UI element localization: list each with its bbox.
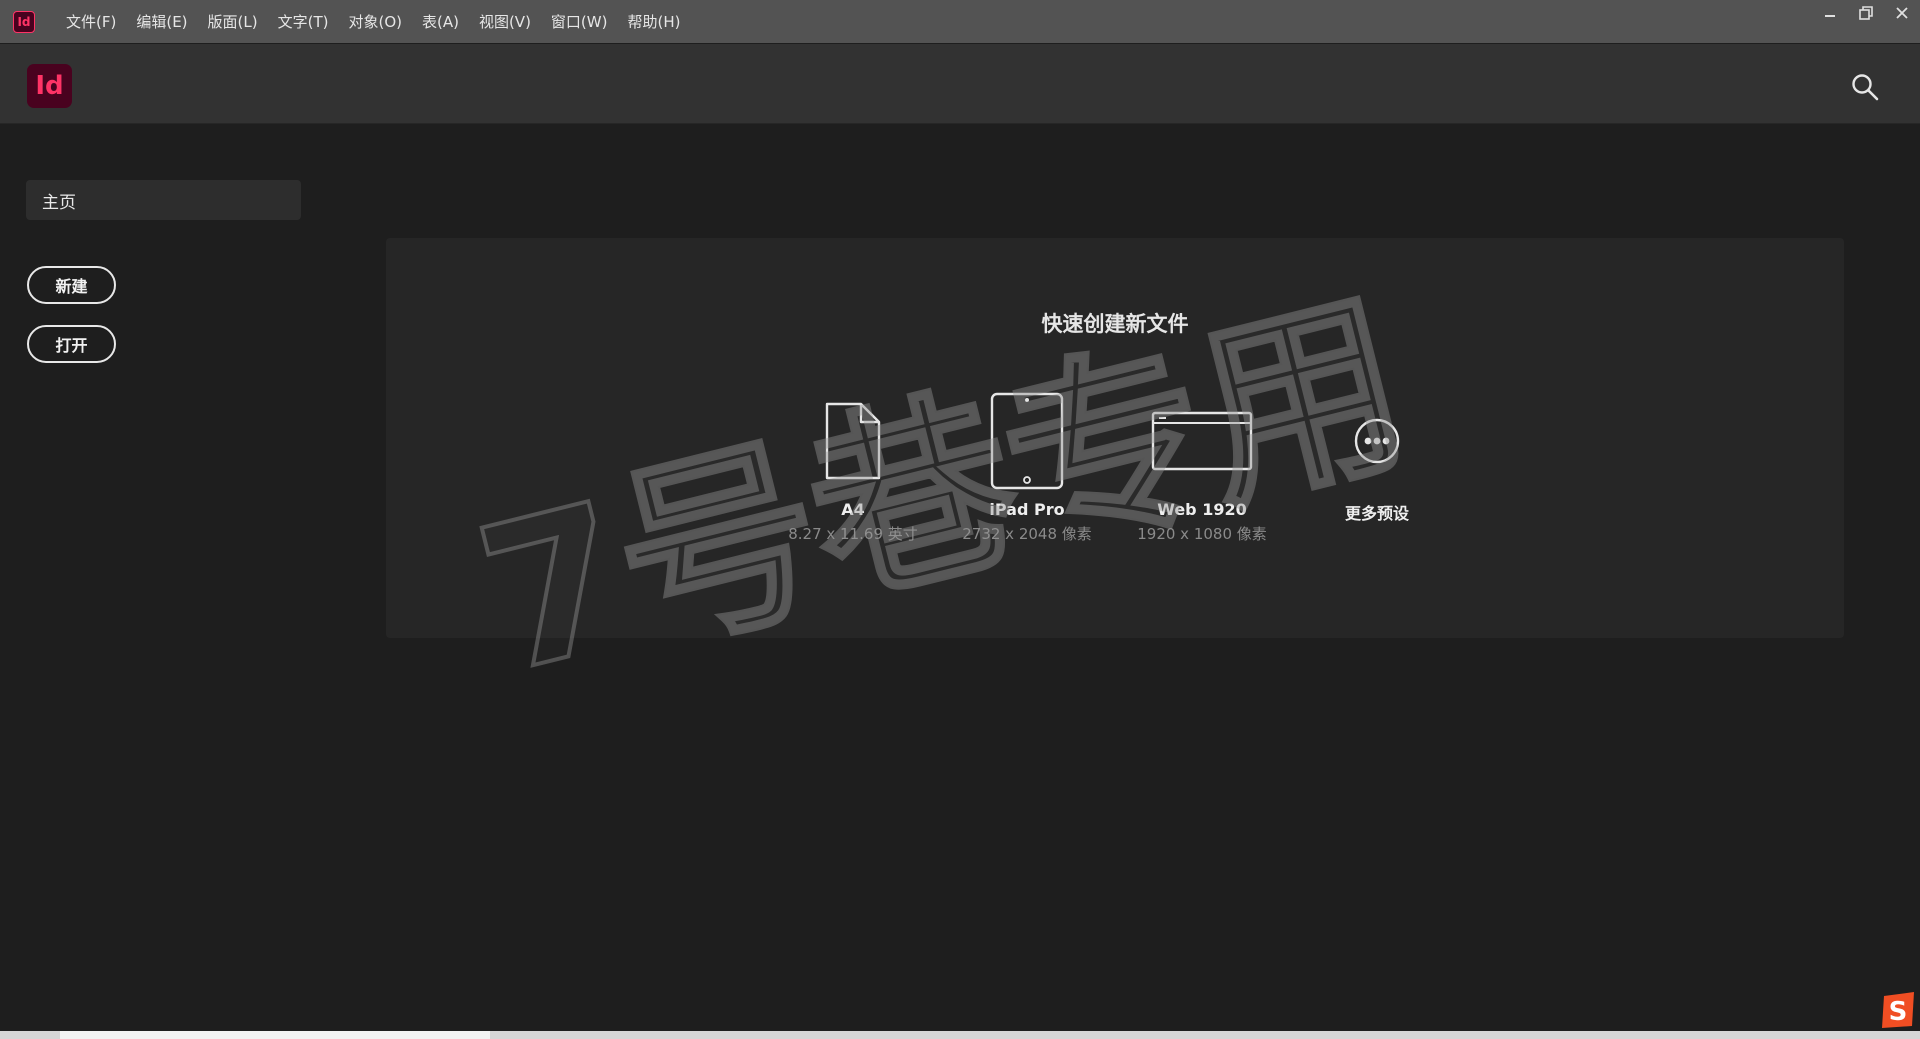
more-icon <box>1354 418 1400 463</box>
preset-web-icon-wrap <box>1122 388 1282 493</box>
preset-more-icon-wrap <box>1297 388 1457 493</box>
document-icon <box>825 402 881 479</box>
taskbar-edge <box>0 1031 1920 1039</box>
app-icon: Id <box>13 10 35 33</box>
menu-view[interactable]: 视图(V) <box>469 0 541 43</box>
close-button[interactable] <box>1884 0 1920 26</box>
preset-dimensions: 8.27 x 11.69 英寸 <box>788 525 918 543</box>
close-icon <box>1896 7 1908 19</box>
preset-a4[interactable]: A4 8.27 x 11.69 英寸 <box>773 388 933 544</box>
menu-window[interactable]: 窗口(W) <box>541 0 618 43</box>
search-icon <box>1852 74 1879 101</box>
browser-window-icon <box>1151 411 1253 470</box>
menu-layout[interactable]: 版面(L) <box>198 0 268 43</box>
preset-ipad-icon-wrap <box>947 388 1107 493</box>
window-controls <box>1812 0 1920 26</box>
preset-name: iPad Pro <box>989 500 1065 519</box>
menu-help[interactable]: 帮助(H) <box>617 0 690 43</box>
new-button[interactable]: 新建 <box>27 266 116 304</box>
menu-object[interactable]: 对象(O) <box>338 0 412 43</box>
preset-a4-icon-wrap <box>773 388 933 493</box>
preset-name: 更多预设 <box>1344 504 1409 523</box>
preset-name: A4 <box>841 500 865 519</box>
menu-table[interactable]: 表(A) <box>412 0 469 43</box>
menu-type[interactable]: 文字(T) <box>268 0 339 43</box>
minimize-icon <box>1825 15 1835 17</box>
open-button[interactable]: 打开 <box>27 325 116 363</box>
minimize-button[interactable] <box>1812 0 1848 26</box>
home-header: Id <box>0 44 1920 124</box>
preset-dimensions: 2732 x 2048 像素 <box>962 525 1092 543</box>
indesign-logo: Id <box>27 64 72 108</box>
main-menu: 文件(F) 编辑(E) 版面(L) 文字(T) 对象(O) 表(A) 视图(V)… <box>56 0 690 43</box>
taskbar-segment <box>60 1031 490 1039</box>
sidebar-item-home[interactable]: 主页 <box>26 180 301 220</box>
quick-create-title: 快速创建新文件 <box>1041 312 1189 336</box>
preset-name: Web 1920 <box>1157 500 1247 519</box>
preset-dimensions: 1920 x 1080 像素 <box>1137 525 1267 543</box>
menu-file[interactable]: 文件(F) <box>56 0 126 43</box>
preset-web-1920[interactable]: Web 1920 1920 x 1080 像素 <box>1122 388 1282 544</box>
menu-bar: Id 文件(F) 编辑(E) 版面(L) 文字(T) 对象(O) 表(A) 视图… <box>0 0 1920 43</box>
search-button[interactable] <box>1850 72 1880 102</box>
input-method-icon[interactable]: S <box>1880 990 1918 1030</box>
tablet-icon <box>990 392 1064 489</box>
svg-text:S: S <box>1889 997 1908 1027</box>
restore-button[interactable] <box>1848 0 1884 26</box>
quick-create-panel: 快速创建新文件 A4 8.27 x 11.69 英寸 iPad Pro 2732… <box>386 238 1844 638</box>
preset-more[interactable]: 更多预设 <box>1297 388 1457 528</box>
restore-icon <box>1859 6 1873 20</box>
menu-edit[interactable]: 编辑(E) <box>126 0 197 43</box>
preset-ipad-pro[interactable]: iPad Pro 2732 x 2048 像素 <box>947 388 1107 544</box>
